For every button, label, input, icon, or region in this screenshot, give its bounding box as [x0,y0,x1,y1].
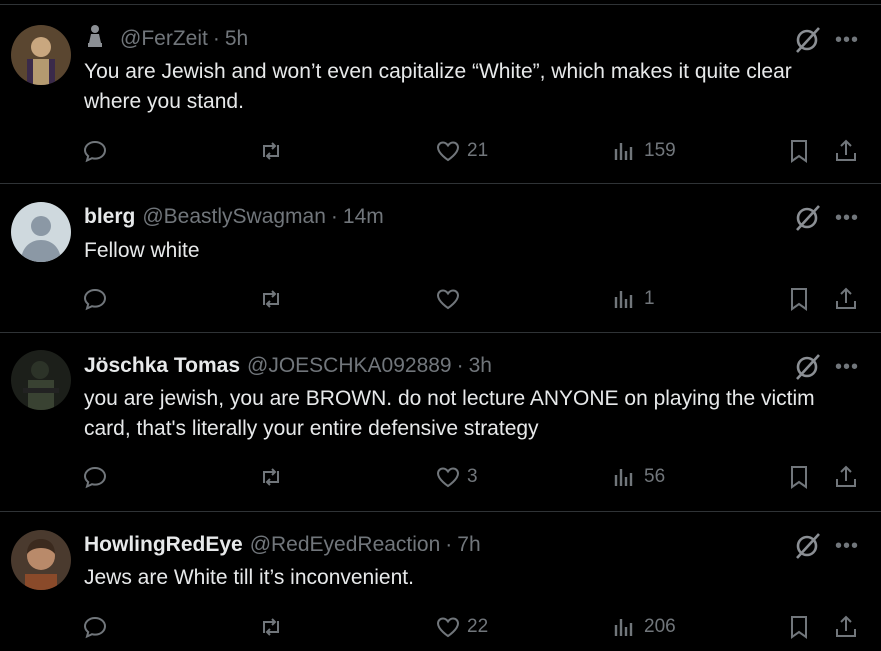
action-bar: 3 56 [0,462,881,492]
heart-icon [436,141,460,162]
share-button[interactable] [833,136,859,166]
bookmark-icon [791,140,807,163]
grok-icon[interactable] [792,25,822,55]
grok-icon[interactable] [792,203,822,233]
separator: · [456,354,464,377]
post-1[interactable]: @FerZeit · 5h ••• You are Jewish and won… [0,5,881,184]
action-bar: 22 206 [0,612,881,642]
more-options-icon[interactable]: ••• [834,357,860,381]
like-button[interactable]: 3 [435,462,478,492]
views-button[interactable]: 159 [612,136,676,166]
separator: · [445,533,453,556]
chess-pawn-icon [84,24,112,54]
post-header: blerg @BeastlySwagman · 14m [84,203,384,231]
heart-icon [436,467,460,488]
action-bar: 1 [0,284,881,314]
avatar[interactable] [11,350,71,410]
bookmark-button[interactable] [786,462,812,492]
reply-icon [83,616,107,639]
like-button[interactable]: 21 [435,136,488,166]
avatar[interactable] [11,530,71,590]
share-button[interactable] [833,284,859,314]
repost-button[interactable] [258,136,290,166]
views-button[interactable]: 1 [612,284,655,314]
post-text: You are Jewish and won’t even capitalize… [84,60,792,113]
heart-icon [436,617,460,638]
user-handle[interactable]: @FerZeit [120,27,208,51]
like-count: 22 [467,616,489,637]
bookmark-button[interactable] [786,612,812,642]
avatar[interactable] [11,25,71,85]
views-button[interactable]: 206 [612,612,676,642]
post-2[interactable]: blerg @BeastlySwagman · 14m ••• Fellow w… [0,184,881,333]
grok-icon[interactable] [792,531,822,561]
grok-icon[interactable] [792,352,822,382]
post-text: you are jewish, you are BROWN. do not le… [84,387,815,440]
share-icon [836,615,856,637]
like-button[interactable] [435,284,467,314]
bookmark-icon [791,616,807,639]
more-options-icon[interactable]: ••• [834,536,860,560]
repost-icon [263,290,279,308]
share-button[interactable] [833,612,859,642]
user-handle[interactable]: @JOESCHKA092889 [247,354,452,378]
like-count: 21 [467,140,489,161]
reply-icon [83,466,107,489]
display-name[interactable]: blerg [84,205,135,229]
separator: · [212,27,220,50]
post-header: HowlingRedEye @RedEyedReaction · 7h [84,531,481,559]
repost-button[interactable] [258,612,290,642]
reply-button[interactable] [82,136,114,166]
post-time[interactable]: 7h [457,533,480,557]
reply-button[interactable] [82,462,114,492]
reply-button[interactable] [82,284,114,314]
like-count: 3 [467,466,478,487]
user-handle[interactable]: @RedEyedReaction [250,533,441,557]
view-count: 206 [644,616,676,637]
post-text: Fellow white [84,239,200,262]
display-name[interactable]: HowlingRedEye [84,533,243,557]
analytics-icon [614,469,633,486]
share-button[interactable] [833,462,859,492]
bookmark-icon [791,288,807,311]
reply-icon [83,288,107,311]
reply-button[interactable] [82,612,114,642]
repost-button[interactable] [258,284,290,314]
analytics-icon [614,619,633,636]
post-time[interactable]: 3h [469,354,492,378]
reply-icon [83,140,107,163]
repost-icon [263,142,279,160]
repost-icon [263,618,279,636]
view-count: 56 [644,466,666,487]
views-button[interactable]: 56 [612,462,665,492]
bookmark-button[interactable] [786,136,812,166]
view-count: 1 [644,288,655,309]
more-options-icon[interactable]: ••• [834,30,860,54]
post-header: @FerZeit · 5h [84,25,248,53]
user-handle[interactable]: @BeastlySwagman [142,205,326,229]
post-header: Jöschka Tomas @JOESCHKA092889 · 3h [84,352,492,380]
more-options-icon[interactable]: ••• [834,208,860,232]
separator: · [330,205,338,228]
post-time[interactable]: 14m [343,205,384,229]
analytics-icon [614,291,633,308]
avatar[interactable] [11,202,71,262]
repost-button[interactable] [258,462,290,492]
repost-icon [263,468,279,486]
heart-icon [436,289,460,310]
like-button[interactable]: 22 [435,612,488,642]
bookmark-button[interactable] [786,284,812,314]
display-name[interactable]: Jöschka Tomas [84,354,240,378]
post-4[interactable]: HowlingRedEye @RedEyedReaction · 7h ••• … [0,512,881,651]
view-count: 159 [644,140,676,161]
share-icon [836,287,856,309]
share-icon [836,465,856,487]
analytics-icon [614,143,633,160]
post-3[interactable]: Jöschka Tomas @JOESCHKA092889 · 3h ••• y… [0,333,881,512]
action-bar: 21 159 [0,136,881,166]
post-text: Jews are White till it’s inconvenient. [84,566,414,589]
share-icon [836,139,856,161]
post-time[interactable]: 5h [225,27,248,51]
bookmark-icon [791,466,807,489]
